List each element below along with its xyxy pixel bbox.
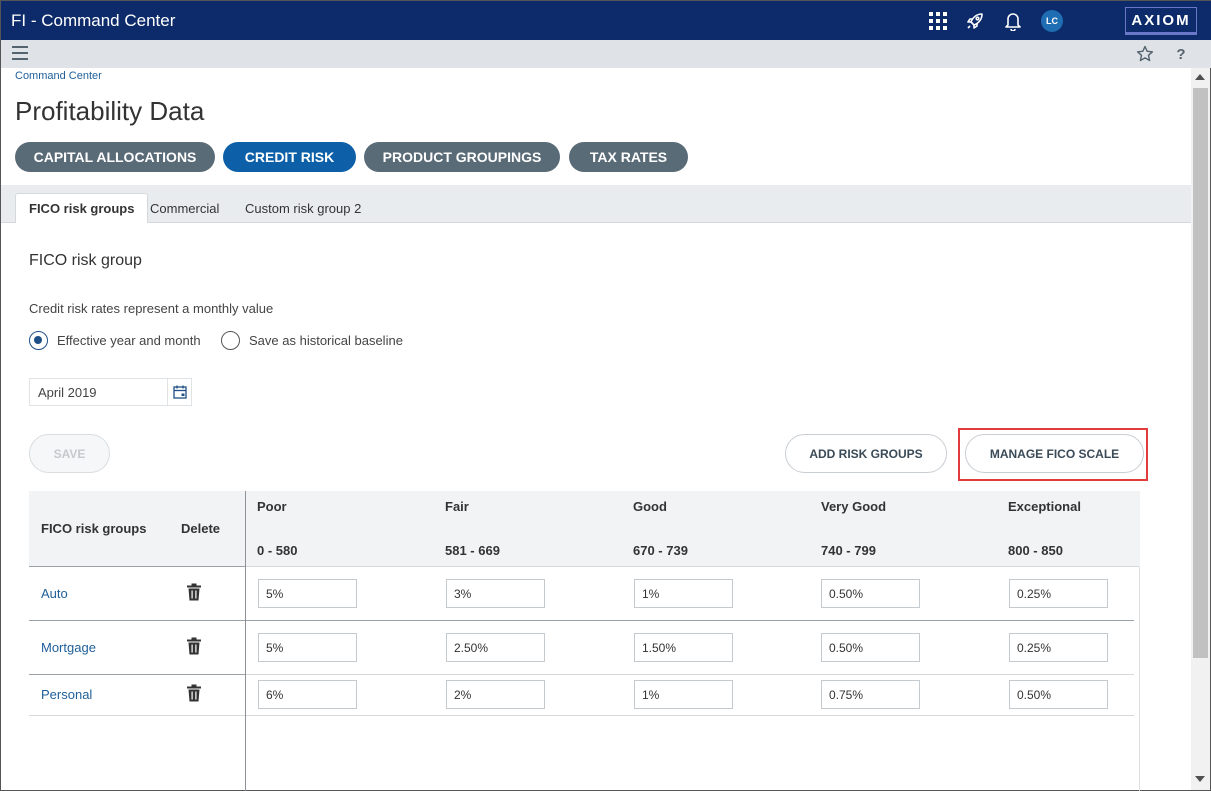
- rate-input[interactable]: [446, 633, 545, 662]
- star-icon[interactable]: [1135, 44, 1155, 64]
- radio-checked-icon: [29, 330, 48, 350]
- brand-logo: AXIOM: [1125, 7, 1197, 35]
- rocket-icon[interactable]: [964, 10, 986, 32]
- radio-label: Effective year and month: [57, 332, 201, 348]
- fico-table: FICO risk groups Delete Poor 0 - 580 Fai…: [29, 491, 1140, 791]
- tab-fico-risk-groups[interactable]: FICO risk groups: [15, 193, 149, 223]
- rate-input[interactable]: [446, 680, 545, 709]
- rate-input[interactable]: [821, 680, 920, 709]
- page-title: Profitability Data: [15, 96, 205, 126]
- bell-icon[interactable]: [1002, 10, 1024, 32]
- highlight-box: [958, 428, 1148, 481]
- help-icon[interactable]: ?: [1171, 44, 1191, 64]
- rate-input[interactable]: [258, 680, 357, 709]
- radio-effective-year-month[interactable]: Effective year and month: [29, 330, 201, 350]
- col-header-risk-groups: FICO risk groups: [41, 521, 147, 536]
- date-field: [29, 378, 192, 406]
- scroll-down-icon[interactable]: [1195, 776, 1205, 782]
- trash-icon[interactable]: [186, 583, 202, 601]
- col-range-poor: 0 - 580: [257, 543, 298, 558]
- col-range-fair: 581 - 669: [445, 543, 500, 558]
- table-right-border: [1139, 567, 1140, 791]
- row-link-personal[interactable]: Personal: [41, 687, 92, 702]
- rate-input[interactable]: [446, 579, 545, 608]
- user-avatar[interactable]: LC: [1041, 10, 1063, 32]
- radio-unchecked-icon: [221, 330, 240, 350]
- tab-commercial[interactable]: Commercial: [137, 193, 232, 223]
- col-range-exceptional: 800 - 850: [1008, 543, 1063, 558]
- row-link-mortgage[interactable]: Mortgage: [41, 640, 96, 655]
- column-divider: [245, 491, 246, 791]
- breadcrumb[interactable]: Command Center: [15, 70, 102, 82]
- col-range-very-good: 740 - 799: [821, 543, 876, 558]
- rate-input[interactable]: [821, 633, 920, 662]
- rates-note: Credit risk rates represent a monthly va…: [29, 301, 274, 316]
- col-header-good: Good: [633, 499, 667, 514]
- row-divider: [246, 674, 1134, 675]
- rate-input[interactable]: [634, 633, 733, 662]
- menu-icon[interactable]: [12, 46, 28, 62]
- app-header: FI - Command Center LC AXIOM: [1, 1, 1211, 40]
- rate-input[interactable]: [258, 579, 357, 608]
- row-divider: [246, 566, 1139, 567]
- pill-credit-risk[interactable]: CREDIT RISK: [223, 142, 356, 172]
- tab-bar: FICO risk groups Commercial Custom risk …: [1, 185, 1191, 223]
- row-divider: [246, 715, 1134, 716]
- scroll-up-icon[interactable]: [1195, 74, 1205, 80]
- row-link-auto[interactable]: Auto: [41, 586, 68, 601]
- row-divider: [29, 566, 245, 567]
- col-header-exceptional: Exceptional: [1008, 499, 1081, 514]
- rate-input[interactable]: [821, 579, 920, 608]
- rate-input[interactable]: [1009, 579, 1108, 608]
- radio-label: Save as historical baseline: [249, 332, 403, 348]
- rate-input[interactable]: [634, 579, 733, 608]
- pill-product-groupings[interactable]: PRODUCT GROUPINGS: [364, 142, 560, 172]
- rate-input[interactable]: [258, 633, 357, 662]
- rate-input[interactable]: [1009, 633, 1108, 662]
- add-risk-groups-button[interactable]: ADD RISK GROUPS: [785, 434, 947, 473]
- trash-icon[interactable]: [186, 684, 202, 702]
- save-button[interactable]: SAVE: [29, 434, 110, 473]
- col-header-poor: Poor: [257, 499, 287, 514]
- sub-toolbar: ?: [1, 40, 1211, 68]
- row-divider: [29, 620, 245, 621]
- col-header-very-good: Very Good: [821, 499, 887, 514]
- row-divider: [29, 715, 245, 716]
- row-divider: [29, 674, 245, 675]
- app-title: FI - Command Center: [11, 11, 176, 30]
- rate-input[interactable]: [634, 680, 733, 709]
- calendar-icon[interactable]: [167, 379, 191, 405]
- rate-input[interactable]: [1009, 680, 1108, 709]
- radio-historical-baseline[interactable]: Save as historical baseline: [221, 330, 403, 350]
- pill-tax-rates[interactable]: TAX RATES: [569, 142, 688, 172]
- pill-capital-allocations[interactable]: CAPITAL ALLOCATIONS: [15, 142, 215, 172]
- vertical-scrollbar[interactable]: [1191, 68, 1210, 790]
- tab-custom-risk-group-2[interactable]: Custom risk group 2: [232, 193, 374, 223]
- col-header-fair: Fair: [445, 499, 469, 514]
- scroll-thumb[interactable]: [1193, 88, 1208, 658]
- row-divider: [246, 620, 1134, 621]
- date-input[interactable]: [30, 384, 168, 400]
- apps-grid-icon[interactable]: [927, 10, 949, 32]
- section-title: FICO risk group: [29, 252, 142, 269]
- trash-icon[interactable]: [186, 637, 202, 655]
- col-header-delete: Delete: [181, 521, 221, 536]
- col-range-good: 670 - 739: [633, 543, 688, 558]
